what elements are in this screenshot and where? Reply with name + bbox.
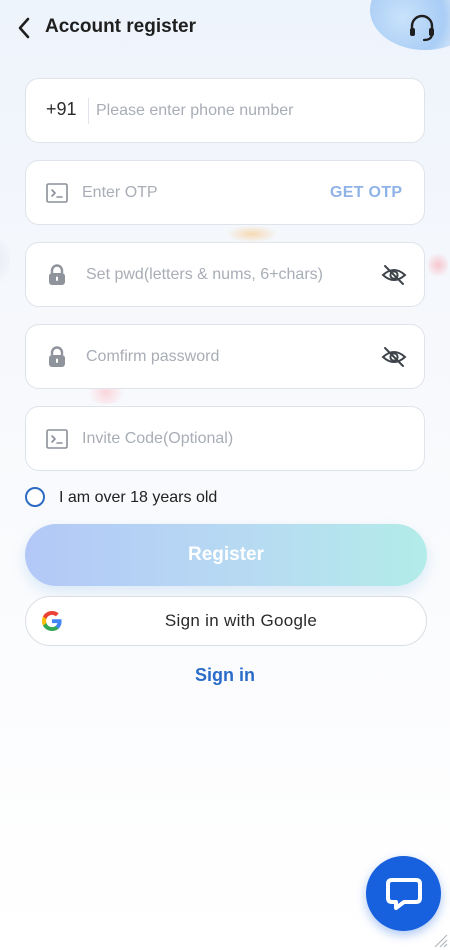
invite-code-input[interactable] xyxy=(82,407,402,470)
google-signin-button[interactable]: Sign in with Google xyxy=(25,596,427,646)
header: Account register xyxy=(0,0,450,56)
age-confirm-radio[interactable] xyxy=(25,487,45,507)
chat-bubble-icon xyxy=(386,878,422,910)
back-button[interactable] xyxy=(14,15,36,41)
confirm-password-visibility-toggle[interactable] xyxy=(381,346,407,368)
country-code[interactable]: +91 xyxy=(46,99,77,120)
confirm-password-input[interactable] xyxy=(86,325,371,388)
eye-off-icon xyxy=(381,347,407,367)
password-input[interactable] xyxy=(86,243,371,306)
terminal-icon xyxy=(46,429,68,449)
register-button[interactable]: Register xyxy=(25,524,427,586)
phone-input[interactable] xyxy=(96,79,406,142)
confirm-password-field xyxy=(25,324,425,389)
headset-icon xyxy=(410,14,434,42)
register-page: Account register +91 GET OTP xyxy=(0,0,450,950)
password-field xyxy=(25,242,425,307)
page-title: Account register xyxy=(45,16,196,37)
eye-off-icon xyxy=(381,265,407,285)
resize-grip-icon[interactable] xyxy=(432,932,448,948)
signin-link[interactable]: Sign in xyxy=(0,665,450,686)
get-otp-button[interactable]: GET OTP xyxy=(330,184,402,202)
prefix-divider xyxy=(88,98,89,124)
lock-icon xyxy=(49,264,65,285)
age-confirm-label: I am over 18 years old xyxy=(59,489,218,506)
terminal-icon xyxy=(46,183,68,203)
lock-icon xyxy=(49,346,65,367)
otp-field: GET OTP xyxy=(25,160,425,225)
google-signin-label: Sign in with Google xyxy=(164,611,318,630)
invite-code-field xyxy=(25,406,425,471)
otp-input[interactable] xyxy=(82,161,312,224)
chat-support-button[interactable] xyxy=(366,856,441,931)
support-button[interactable] xyxy=(406,13,438,43)
password-visibility-toggle[interactable] xyxy=(381,264,407,286)
phone-field: +91 xyxy=(25,78,425,143)
chevron-left-icon xyxy=(18,17,30,39)
age-confirm-row[interactable]: I am over 18 years old xyxy=(25,486,285,512)
